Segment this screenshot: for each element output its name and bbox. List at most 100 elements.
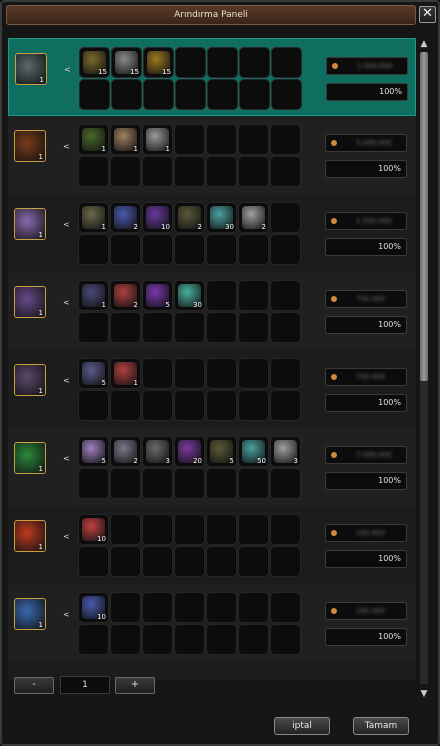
ingredient-slot[interactable] — [270, 390, 301, 421]
ingredient-slot[interactable] — [174, 156, 205, 187]
recipe-row[interactable]: 1 <5 2 3 20 5 50 3 7.000.000 100% — [8, 428, 416, 506]
ingredient-slot[interactable] — [142, 390, 173, 421]
ingredient-slot[interactable] — [238, 124, 269, 155]
ingredient-slot[interactable] — [175, 79, 206, 110]
ingredient-slot[interactable] — [270, 234, 301, 265]
ingredient-slot[interactable]: 5 — [78, 358, 109, 389]
ingredient-slot[interactable] — [206, 624, 237, 655]
result-item-icon[interactable]: 1 — [14, 286, 46, 318]
ingredient-slot[interactable] — [270, 124, 301, 155]
ingredient-slot[interactable] — [110, 312, 141, 343]
ingredient-slot[interactable]: 30 — [206, 202, 237, 233]
ingredient-slot[interactable] — [206, 234, 237, 265]
ingredient-slot[interactable] — [206, 312, 237, 343]
recipe-row[interactable]: 1 <1 1 1 5.000.000 100% — [8, 116, 416, 194]
result-item-icon[interactable]: 1 — [14, 598, 46, 630]
ingredient-slot[interactable] — [174, 234, 205, 265]
recipe-row[interactable]: 1 <5 1 750.000 100% — [8, 350, 416, 428]
ingredient-slot[interactable]: 50 — [238, 436, 269, 467]
scroll-thumb[interactable] — [420, 52, 428, 381]
ingredient-slot[interactable] — [78, 546, 109, 577]
ingredient-slot[interactable]: 15 — [79, 47, 110, 78]
ingredient-slot[interactable] — [78, 156, 109, 187]
ingredient-slot[interactable]: 10 — [142, 202, 173, 233]
ingredient-slot[interactable] — [238, 156, 269, 187]
ingredient-slot[interactable]: 1 — [110, 124, 141, 155]
result-item-icon[interactable]: 1 — [15, 53, 47, 85]
ingredient-slot[interactable] — [238, 546, 269, 577]
ingredient-slot[interactable] — [110, 234, 141, 265]
ingredient-slot[interactable] — [110, 546, 141, 577]
ingredient-slot[interactable] — [142, 514, 173, 545]
ingredient-slot[interactable] — [142, 312, 173, 343]
ingredient-slot[interactable]: 3 — [142, 436, 173, 467]
ingredient-slot[interactable]: 1 — [142, 124, 173, 155]
ingredient-slot[interactable]: 5 — [206, 436, 237, 467]
ingredient-slot[interactable] — [238, 234, 269, 265]
ingredient-slot[interactable] — [79, 79, 110, 110]
scroll-up-button[interactable]: ▲ — [418, 38, 430, 50]
ingredient-slot[interactable]: 10 — [78, 592, 109, 623]
ingredient-slot[interactable] — [142, 358, 173, 389]
ingredient-slot[interactable] — [78, 624, 109, 655]
ingredient-slot[interactable]: 10 — [78, 514, 109, 545]
ingredient-slot[interactable]: 2 — [238, 202, 269, 233]
ingredient-slot[interactable] — [110, 390, 141, 421]
ingredient-slot[interactable] — [174, 124, 205, 155]
ingredient-slot[interactable] — [110, 468, 141, 499]
ingredient-slot[interactable] — [110, 156, 141, 187]
ingredient-slot[interactable]: 5 — [142, 280, 173, 311]
ingredient-slot[interactable]: 2 — [110, 280, 141, 311]
ingredient-slot[interactable] — [271, 47, 302, 78]
ingredient-slot[interactable]: 5 — [78, 436, 109, 467]
ingredient-slot[interactable] — [175, 47, 206, 78]
ingredient-slot[interactable] — [174, 514, 205, 545]
ingredient-slot[interactable] — [270, 592, 301, 623]
ingredient-slot[interactable] — [206, 156, 237, 187]
ingredient-slot[interactable] — [239, 79, 270, 110]
ingredient-slot[interactable]: 3 — [270, 436, 301, 467]
result-item-icon[interactable]: 1 — [14, 520, 46, 552]
ingredient-slot[interactable] — [238, 514, 269, 545]
ingredient-slot[interactable] — [174, 312, 205, 343]
ingredient-slot[interactable] — [238, 592, 269, 623]
ingredient-slot[interactable] — [174, 390, 205, 421]
ingredient-slot[interactable] — [142, 592, 173, 623]
ingredient-slot[interactable] — [174, 592, 205, 623]
ingredient-slot[interactable] — [110, 592, 141, 623]
ingredient-slot[interactable] — [239, 47, 270, 78]
recipe-row[interactable]: 1 <1 2 10 2 30 2 1.500.000 100% — [8, 194, 416, 272]
ingredient-slot[interactable] — [270, 468, 301, 499]
ingredient-slot[interactable] — [78, 234, 109, 265]
ingredient-slot[interactable] — [206, 592, 237, 623]
ingredient-slot[interactable] — [78, 312, 109, 343]
result-item-icon[interactable]: 1 — [14, 130, 46, 162]
ingredient-slot[interactable] — [142, 156, 173, 187]
ingredient-slot[interactable] — [238, 390, 269, 421]
ingredient-slot[interactable]: 1 — [78, 202, 109, 233]
ingredient-slot[interactable]: 1 — [110, 358, 141, 389]
ingredient-slot[interactable]: 20 — [174, 436, 205, 467]
ingredient-slot[interactable] — [78, 390, 109, 421]
ingredient-slot[interactable]: 2 — [110, 202, 141, 233]
ingredient-slot[interactable] — [270, 514, 301, 545]
ingredient-slot[interactable] — [270, 202, 301, 233]
scrollbar[interactable]: ▲ ▼ — [418, 38, 430, 702]
ingredient-slot[interactable] — [142, 546, 173, 577]
ingredient-slot[interactable] — [207, 47, 238, 78]
ingredient-slot[interactable] — [174, 358, 205, 389]
result-item-icon[interactable]: 1 — [14, 442, 46, 474]
ingredient-slot[interactable]: 30 — [174, 280, 205, 311]
ingredient-slot[interactable] — [174, 624, 205, 655]
ingredient-slot[interactable]: 1 — [78, 124, 109, 155]
ingredient-slot[interactable] — [270, 624, 301, 655]
ingredient-slot[interactable] — [207, 79, 238, 110]
ingredient-slot[interactable] — [206, 358, 237, 389]
ingredient-slot[interactable] — [174, 546, 205, 577]
ingredient-slot[interactable]: 15 — [143, 47, 174, 78]
ingredient-slot[interactable] — [206, 124, 237, 155]
ingredient-slot[interactable] — [271, 79, 302, 110]
ingredient-slot[interactable] — [206, 468, 237, 499]
ingredient-slot[interactable] — [270, 280, 301, 311]
recipe-row[interactable]: 1 <15 15 15 1.000.000 100% — [8, 38, 416, 116]
